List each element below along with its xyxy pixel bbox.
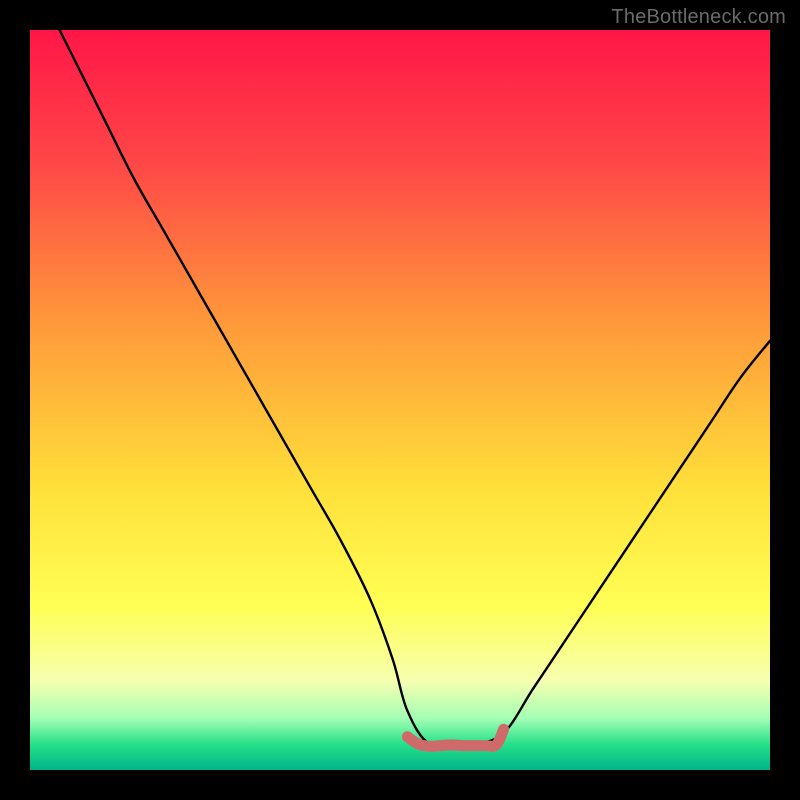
bottleneck-chart bbox=[0, 0, 800, 800]
watermark-text: TheBottleneck.com bbox=[611, 6, 786, 29]
plot-background bbox=[30, 30, 770, 770]
chart-container: TheBottleneck.com bbox=[0, 0, 800, 800]
